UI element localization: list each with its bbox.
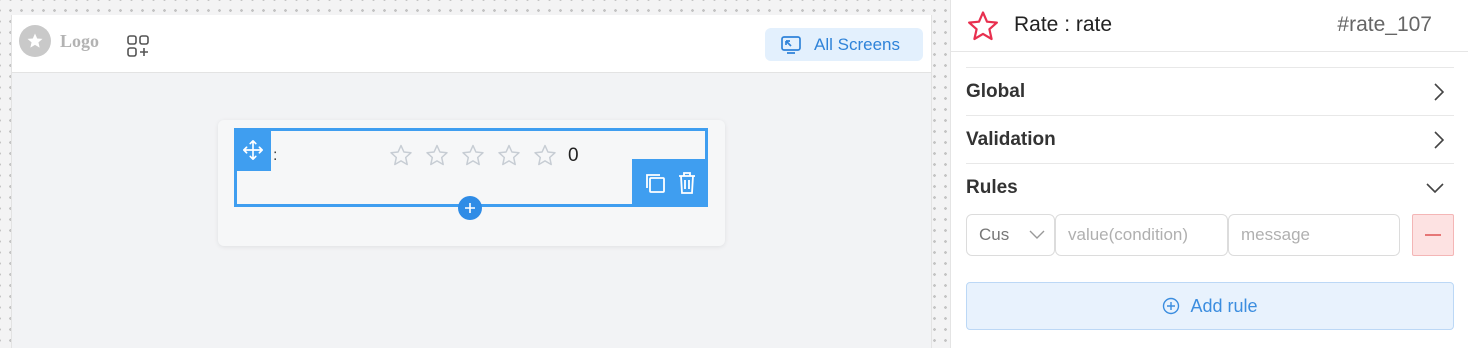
chevron-right-icon xyxy=(1434,82,1444,101)
star-icon xyxy=(968,11,998,41)
logo-icon xyxy=(19,25,51,57)
add-component-button[interactable] xyxy=(458,196,482,220)
rating-stars[interactable] xyxy=(389,143,569,167)
properties-panel: Rate : rate #rate_107 Global Validation … xyxy=(951,0,1468,348)
minus-icon xyxy=(1425,234,1441,236)
component-id: #rate_107 xyxy=(1337,13,1432,36)
add-widget-icon[interactable] xyxy=(125,33,151,59)
remove-rule-button[interactable] xyxy=(1412,214,1454,256)
all-screens-button[interactable]: All Screens xyxy=(765,28,923,61)
section-rules[interactable]: Rules xyxy=(966,163,1454,211)
rating-star-icon[interactable] xyxy=(497,143,521,167)
screens-icon xyxy=(781,35,801,54)
component-actions xyxy=(632,159,708,207)
rating-star-icon[interactable] xyxy=(425,143,449,167)
move-handle[interactable] xyxy=(234,128,271,171)
chevron-right-icon xyxy=(1434,130,1444,149)
section-label: Rules xyxy=(966,176,1018,198)
add-rule-button[interactable]: Add rule xyxy=(966,282,1454,330)
rating-value: 0 xyxy=(568,145,579,166)
panel-header: Rate : rate #rate_107 xyxy=(951,0,1468,52)
logo-text: Logo xyxy=(60,31,100,51)
component-title: Rate : rate xyxy=(1014,13,1113,36)
section-global[interactable]: Global xyxy=(966,67,1454,115)
all-screens-label: All Screens xyxy=(814,34,900,54)
move-icon xyxy=(242,139,263,160)
delete-icon[interactable] xyxy=(676,171,698,195)
rule-condition-input[interactable]: value(condition) xyxy=(1055,214,1228,256)
rule-message-input[interactable]: message xyxy=(1228,214,1400,256)
section-label: Global xyxy=(966,80,1026,102)
plus-circle-icon xyxy=(1163,297,1180,315)
add-rule-label: Add rule xyxy=(1190,295,1258,316)
app-topbar: Logo All Screens xyxy=(12,15,931,73)
plus-icon xyxy=(465,203,475,213)
chevron-down-icon xyxy=(1029,230,1045,239)
rating-star-icon[interactable] xyxy=(389,143,413,167)
rating-star-icon[interactable] xyxy=(461,143,485,167)
screen-frame: Logo All Screens: 0 xyxy=(11,15,932,348)
duplicate-icon[interactable] xyxy=(643,171,667,195)
section-label: Validation xyxy=(966,128,1056,150)
design-canvas[interactable]: Logo All Screens: 0 xyxy=(0,0,951,348)
rating-star-icon[interactable] xyxy=(533,143,557,167)
rate-component-selected[interactable]: : 0 xyxy=(234,128,708,220)
rule-type-select[interactable]: Cus xyxy=(966,214,1055,256)
rate-label: : xyxy=(273,147,278,164)
rule-type-value: Cus xyxy=(979,225,1010,244)
chevron-down-icon xyxy=(1426,182,1444,193)
form-card: : 0 xyxy=(218,120,725,246)
section-validation[interactable]: Validation xyxy=(966,115,1454,163)
